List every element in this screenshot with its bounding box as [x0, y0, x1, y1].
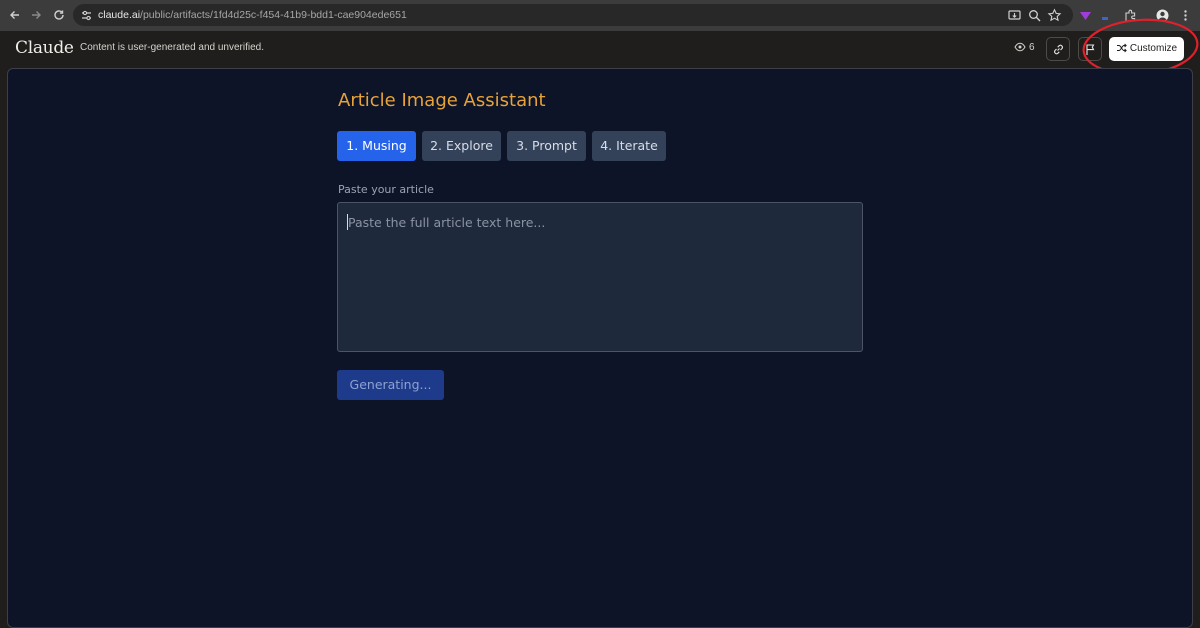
forward-icon[interactable]: [27, 6, 45, 24]
extension-icon[interactable]: [1078, 8, 1093, 23]
article-label: Paste your article: [338, 183, 434, 196]
tab-explore[interactable]: 2. Explore: [422, 131, 501, 161]
view-count: 6: [1014, 42, 1035, 53]
customize-button[interactable]: Customize: [1109, 37, 1184, 61]
article-placeholder: Paste the full article text here...: [348, 215, 546, 230]
url-text[interactable]: claude.ai/public/artifacts/1fd4d25c-f454…: [98, 0, 407, 31]
report-button[interactable]: [1078, 37, 1102, 61]
customize-label: Customize: [1129, 43, 1178, 54]
text-caret: [347, 214, 348, 230]
extensions-puzzle-icon[interactable]: [1123, 8, 1138, 23]
back-icon[interactable]: [6, 6, 24, 24]
extension-icon[interactable]: [1098, 8, 1113, 23]
copy-link-button[interactable]: [1046, 37, 1070, 61]
shuffle-icon: [1116, 43, 1127, 53]
link-icon: [1054, 44, 1063, 55]
content-notice: Content is user-generated and unverified…: [80, 42, 265, 53]
site-settings-icon[interactable]: [80, 9, 93, 22]
zoom-icon[interactable]: [1027, 8, 1042, 23]
view-count-value: 6: [1029, 42, 1035, 53]
url-path: /public/artifacts/1fd4d25c-f454-41b9-bdd…: [140, 9, 407, 21]
bookmark-star-icon[interactable]: [1047, 8, 1062, 23]
generate-button[interactable]: Generating...: [337, 370, 444, 400]
tab-musing[interactable]: 1. Musing: [337, 131, 416, 161]
profile-icon[interactable]: [1155, 8, 1170, 23]
tab-prompt[interactable]: 3. Prompt: [507, 131, 586, 161]
eye-icon: [1014, 42, 1026, 52]
flag-icon: [1086, 44, 1095, 55]
reload-icon[interactable]: [50, 6, 68, 24]
claude-logo[interactable]: Claude: [15, 38, 74, 58]
tab-iterate[interactable]: 4. Iterate: [592, 131, 666, 161]
menu-icon[interactable]: [1178, 8, 1193, 23]
browser-toolbar: claude.ai/public/artifacts/1fd4d25c-f454…: [0, 0, 1200, 31]
url-host: claude.ai: [98, 9, 141, 21]
install-icon[interactable]: [1007, 8, 1022, 23]
page-title: Article Image Assistant: [338, 90, 546, 111]
